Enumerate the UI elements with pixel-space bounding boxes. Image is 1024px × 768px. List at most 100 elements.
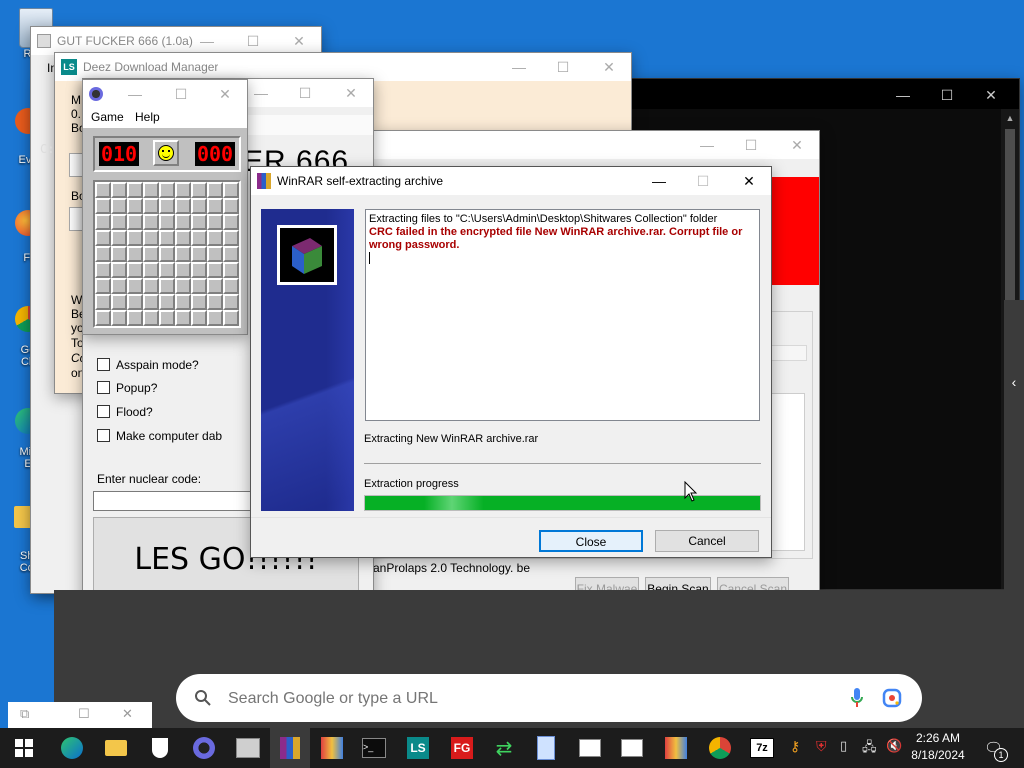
mine-cell[interactable] [159,278,175,294]
close-button[interactable]: Close [539,530,643,552]
maximize-icon[interactable]: ☐ [159,80,203,108]
mine-cell[interactable] [175,182,191,198]
mine-cell[interactable] [159,294,175,310]
mine-grid[interactable] [93,180,241,328]
start-button[interactable] [4,728,44,768]
notifications-button[interactable]: 🗨 1 [980,736,1010,762]
mine-cell[interactable] [159,182,175,198]
mine-cell[interactable] [111,294,127,310]
mine-cell[interactable] [191,262,207,278]
tray-key-icon[interactable]: ⚷ [790,738,800,755]
flood-checkbox[interactable] [97,405,110,418]
taskbar-ls-app[interactable]: LS [398,728,438,768]
clock[interactable]: 2:26 AM 8/18/2024 [906,730,970,766]
asspain-mode-checkbox[interactable] [97,358,110,371]
mine-cell[interactable] [143,182,159,198]
mine-cell[interactable] [207,230,223,246]
mine-cell[interactable] [111,310,127,326]
mine-cell[interactable] [207,246,223,262]
minimize-icon[interactable]: — [685,131,729,159]
mine-cell[interactable] [111,262,127,278]
mine-cell[interactable] [95,246,111,262]
mine-cell[interactable] [191,230,207,246]
tray-shield-icon[interactable]: ⛨ [816,738,827,755]
taskbar-edge[interactable] [52,728,92,768]
mine-cell[interactable] [175,214,191,230]
mine-cell[interactable] [143,294,159,310]
mine-cell[interactable] [175,294,191,310]
mine-cell[interactable] [223,230,239,246]
mine-cell[interactable] [95,182,111,198]
mine-cell[interactable] [175,310,191,326]
google-lens-icon[interactable] [882,688,902,708]
make-computer-dab-checkbox[interactable] [97,429,110,442]
cancel-button[interactable]: Cancel [655,530,759,552]
close-icon[interactable]: ✕ [969,81,1013,109]
mine-cell[interactable] [191,246,207,262]
mine-cell[interactable] [207,182,223,198]
mine-cell[interactable] [175,262,191,278]
menu-help[interactable]: Help [135,110,160,124]
mine-cell[interactable] [127,262,143,278]
mine-cell[interactable] [159,230,175,246]
minimized-window-stub[interactable]: ⧉ ☐ ✕ [8,702,152,728]
smiley-face-button[interactable] [153,140,179,166]
mine-cell[interactable] [191,294,207,310]
mine-cell[interactable] [191,278,207,294]
taskbar-paint-2[interactable] [656,728,696,768]
maximize-icon[interactable]: ☐ [681,167,725,195]
mine-cell[interactable] [143,246,159,262]
taskbar-7zip[interactable]: 7z [742,728,782,768]
maximize-icon[interactable]: ☐ [78,706,90,722]
mine-cell[interactable] [127,294,143,310]
mine-cell[interactable] [207,278,223,294]
mine-cell[interactable] [223,198,239,214]
taskbar-paint[interactable] [312,728,352,768]
chevron-left-icon[interactable]: ‹ [1004,374,1024,390]
mine-cell[interactable] [143,198,159,214]
close-icon[interactable]: ✕ [203,80,247,108]
taskbar-chrome[interactable] [700,728,740,768]
mine-cell[interactable] [95,230,111,246]
taskbar-winrar[interactable] [270,728,310,768]
mine-cell[interactable] [207,294,223,310]
close-icon[interactable]: ✕ [277,27,321,55]
mine-cell[interactable] [143,262,159,278]
mine-cell[interactable] [111,246,127,262]
menu-game[interactable]: Game [91,110,124,124]
taskbar-folder-3[interactable] [612,728,652,768]
taskbar-file-explorer[interactable] [96,728,136,768]
mine-cell[interactable] [175,278,191,294]
taskbar-folder-2[interactable] [570,728,610,768]
mine-cell[interactable] [175,230,191,246]
minimize-icon[interactable]: — [637,167,681,195]
mine-cell[interactable] [95,294,111,310]
mine-cell[interactable] [159,262,175,278]
mine-cell[interactable] [175,246,191,262]
mine-cell[interactable] [207,214,223,230]
taskbar-sync-app[interactable]: ⇄ [484,728,524,768]
mine-cell[interactable] [127,214,143,230]
taskbar-fg-app[interactable]: FG [442,728,482,768]
mine-cell[interactable] [127,182,143,198]
minimize-icon[interactable]: — [497,53,541,81]
mine-cell[interactable] [223,182,239,198]
mine-cell[interactable] [127,198,143,214]
mine-cell[interactable] [223,262,239,278]
maximize-icon[interactable]: ☐ [729,131,773,159]
mine-cell[interactable] [111,198,127,214]
mine-cell[interactable] [95,278,111,294]
mine-cell[interactable] [95,198,111,214]
mine-cell[interactable] [175,198,191,214]
close-icon[interactable]: ✕ [329,79,373,107]
mine-cell[interactable] [223,278,239,294]
mine-cell[interactable] [159,310,175,326]
mine-cell[interactable] [207,262,223,278]
extraction-log[interactable]: Extracting files to "C:\Users\Admin\Desk… [365,209,760,421]
mine-cell[interactable] [159,246,175,262]
mine-cell[interactable] [207,310,223,326]
close-icon[interactable]: ✕ [587,53,631,81]
mine-cell[interactable] [111,214,127,230]
tray-usb-icon[interactable]: ▯ [840,738,847,754]
restore-icon[interactable]: ⧉ [20,706,29,722]
